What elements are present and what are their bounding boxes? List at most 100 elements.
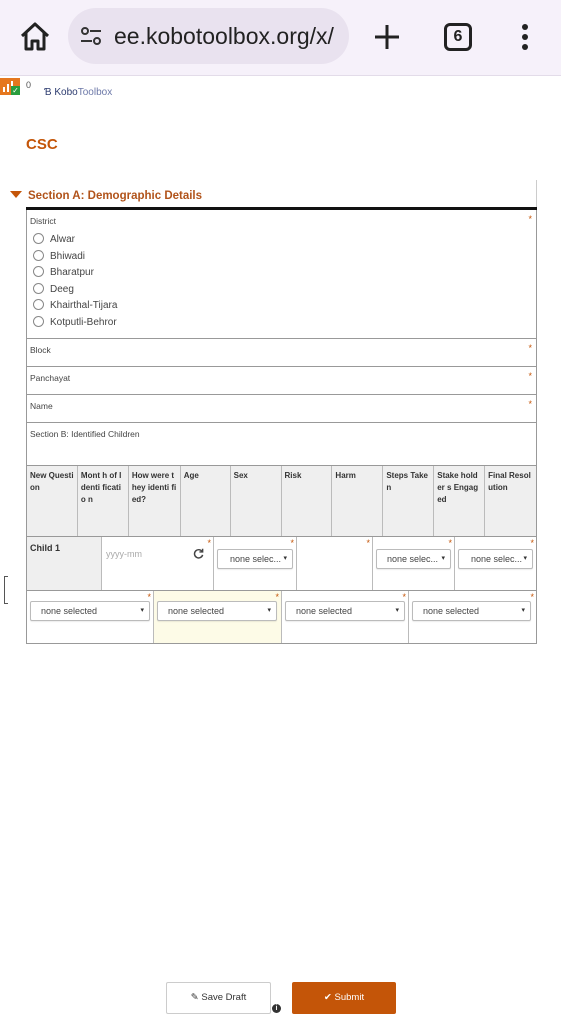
final-resolution-select[interactable]: none selected ▾ [412, 601, 531, 621]
url-text[interactable]: ee.kobotoolbox.org/x/ [114, 23, 334, 50]
section-b-group: Section B: Identified Children [26, 423, 537, 465]
table-header: New Questi on Mont h of Identi ficatio n… [26, 465, 537, 537]
district-question: District * Alwar Bhiwadi Bharatpur Deeg … [26, 210, 537, 339]
select-text: none selected [168, 606, 225, 616]
column-header: Final Resol ution [488, 471, 531, 492]
harm-select[interactable]: none selected ▾ [30, 601, 150, 621]
column-header: Sex [231, 466, 282, 536]
how-identified-cell: none selec... ▾ * [214, 537, 297, 590]
steps-taken-cell: none selected ▾ * [154, 591, 282, 643]
browser-toolbar: ee.kobotoolbox.org/x/ 6 [0, 0, 561, 76]
district-label: District [30, 216, 56, 226]
radio-label: Alwar [50, 234, 76, 245]
required-marker: * [275, 592, 279, 602]
queue-status-icon[interactable]: ✓ [0, 78, 20, 95]
risk-select[interactable]: none selec... ▾ [458, 549, 533, 569]
radio-alwar[interactable]: Alwar [33, 233, 75, 247]
radio-bhiwadi[interactable]: Bhiwadi [33, 250, 85, 264]
required-marker: * [290, 538, 294, 548]
name-field[interactable]: Name * [26, 395, 537, 423]
more-menu-icon[interactable] [515, 22, 535, 52]
kobotoolbox-logo: Ɓ KoboToolbox [44, 87, 112, 98]
new-tab-icon[interactable] [372, 22, 402, 52]
radio-khairthal-tijara[interactable]: Khairthal-Tijara [33, 299, 117, 313]
column-header: Risk [282, 466, 333, 536]
table-row: none selected ▾ * none selected ▾ * none s… [26, 591, 537, 644]
scroll-marker [4, 576, 8, 604]
tab-switcher-button[interactable]: 6 [444, 23, 472, 51]
stakeholders-select[interactable]: none selected ▾ [285, 601, 405, 621]
harm-cell: none selected ▾ * [27, 591, 154, 643]
select-text: none selec... [230, 554, 282, 564]
required-marker: * [528, 399, 532, 409]
save-draft-label: Save Draft [201, 992, 247, 1003]
select-text: none selec... [387, 554, 439, 564]
radio-circle-icon[interactable] [33, 316, 44, 327]
collapse-caret-icon[interactable] [10, 191, 22, 198]
radio-circle-icon[interactable] [33, 266, 44, 277]
date-placeholder: yyyy-mm [106, 549, 142, 559]
select-text: none selected [423, 606, 480, 616]
steps-taken-select[interactable]: none selected ▾ [157, 601, 277, 621]
column-header: New Questi on [27, 466, 78, 536]
radio-label: Deeg [50, 284, 74, 295]
row-label-cell: Child 1 [27, 537, 102, 590]
check-icon: ✔ [323, 992, 332, 1003]
radio-circle-icon[interactable] [33, 283, 44, 294]
submit-label: Submit [334, 992, 365, 1003]
save-draft-button[interactable]: ✎ Save Draft [166, 982, 271, 1014]
dropdown-caret-icon: ▾ [521, 607, 525, 614]
dropdown-caret-icon: ▾ [140, 607, 144, 614]
required-marker: * [528, 343, 532, 353]
block-field[interactable]: Block * [26, 339, 537, 367]
site-settings-icon[interactable] [79, 24, 103, 48]
refresh-icon[interactable] [193, 548, 204, 559]
pencil-icon: ✎ [190, 992, 199, 1003]
required-marker: * [402, 592, 406, 602]
column-header: Steps Taken [383, 466, 435, 536]
column-header: Harm [332, 466, 384, 536]
radio-bharatpur[interactable]: Bharatpur [33, 266, 94, 280]
radio-kotputli-behror[interactable]: Kotputli-Behror [33, 316, 117, 330]
required-marker: * [366, 538, 370, 548]
queue-count: 0 [26, 80, 32, 90]
dropdown-caret-icon: ▾ [523, 555, 527, 562]
submit-button[interactable]: ✔ Submit [292, 982, 396, 1014]
home-icon[interactable] [18, 20, 52, 54]
section-a-title: Section A: Demographic Details [28, 190, 203, 202]
radio-deeg[interactable]: Deeg [33, 283, 74, 297]
required-marker: * [448, 538, 452, 548]
address-bar[interactable]: ee.kobotoolbox.org/x/ [68, 8, 349, 64]
required-marker: * [207, 538, 211, 548]
radio-circle-icon[interactable] [33, 233, 44, 244]
final-resolution-cell: none selected ▾ * [409, 591, 536, 643]
required-marker: * [530, 592, 534, 602]
dropdown-caret-icon: ▾ [441, 555, 445, 562]
block-label: Block [30, 345, 51, 355]
stakeholders-cell: none selected ▾ * [282, 591, 409, 643]
divider [536, 180, 537, 210]
info-icon[interactable]: i [272, 1004, 281, 1013]
logo-glyph-icon: Ɓ [44, 87, 55, 98]
panchayat-label: Panchayat [30, 373, 71, 383]
column-header: How were they identi fied? [129, 466, 181, 536]
required-marker: * [530, 538, 534, 548]
column-header: Age [181, 466, 231, 536]
panchayat-field[interactable]: Panchayat * [26, 367, 537, 395]
radio-circle-icon[interactable] [33, 250, 44, 261]
select-text: none selected [296, 606, 353, 616]
risk-cell: none selec... ▾ * [455, 537, 536, 590]
logo-toolbox-text: Toolbox [77, 87, 113, 98]
age-input[interactable]: * [297, 537, 373, 590]
section-b-label: Section B: Identified Children [30, 429, 140, 439]
how-identified-select[interactable]: none selec... ▾ [217, 549, 293, 569]
radio-label: Khairthal-Tijara [50, 300, 118, 311]
column-header: Stake holder s Engag ed [434, 466, 486, 536]
section-a-header[interactable]: Section A: Demographic Details [10, 190, 202, 202]
month-input[interactable]: yyyy-mm * [102, 537, 214, 590]
dropdown-caret-icon: ▾ [283, 555, 287, 562]
sex-select[interactable]: none selec... ▾ [376, 549, 451, 569]
select-text: none selec... [471, 554, 523, 564]
column-header: Mont h of Identi ficatio n [78, 466, 129, 536]
radio-circle-icon[interactable] [33, 299, 44, 310]
